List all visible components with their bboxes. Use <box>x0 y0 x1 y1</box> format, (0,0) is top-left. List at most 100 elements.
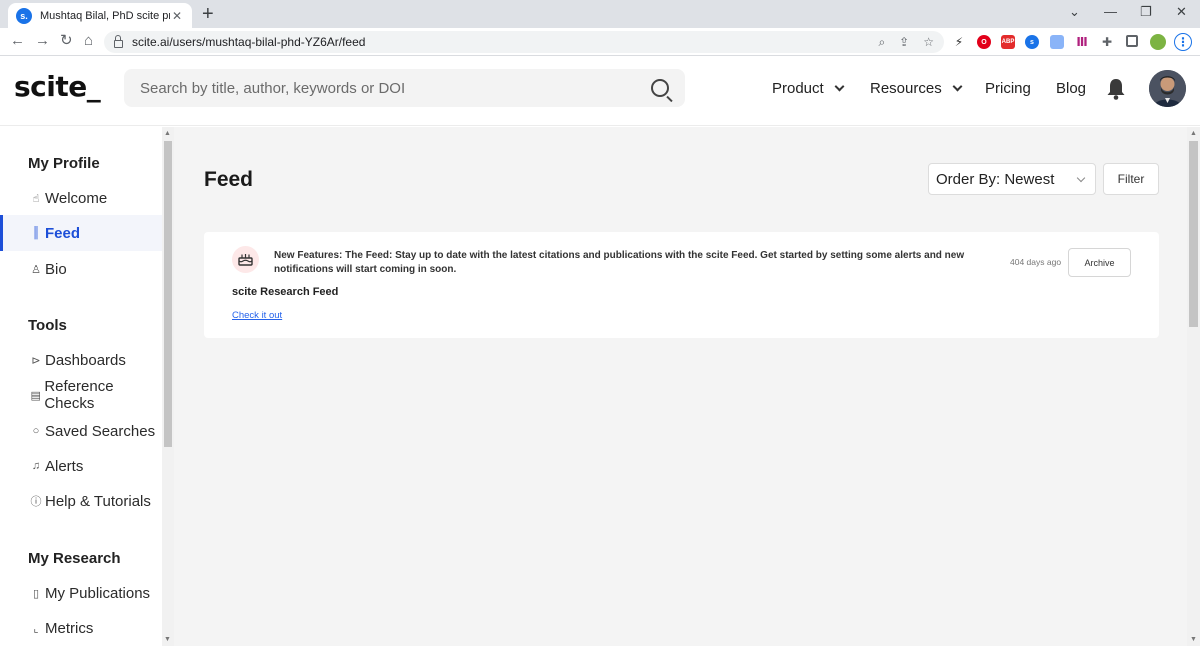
search-bar[interactable] <box>124 69 685 107</box>
forward-icon[interactable]: → <box>35 32 50 50</box>
nav-product[interactable]: Product <box>772 80 845 97</box>
sidebar-heading-tools: Tools <box>28 317 67 334</box>
nav-blog[interactable]: Blog <box>1056 80 1086 97</box>
chevron-down-icon <box>952 81 963 92</box>
cake-icon <box>238 254 253 266</box>
browser-menu-icon[interactable]: ⋮ <box>1174 33 1192 51</box>
sidebar-item-label: Reference Checks <box>44 378 114 412</box>
back-icon[interactable]: ← <box>10 32 25 50</box>
sidebar-item-label: Alerts <box>45 457 84 475</box>
sidebar-item-metrics[interactable]: ⌞ Metrics <box>0 610 162 646</box>
avatar-photo-icon <box>1149 70 1186 107</box>
feed-item-text: New Features: The Feed: Stay up to date … <box>274 250 965 275</box>
address-bar[interactable]: scite.ai/users/mushtaq-bilal-phd-YZ6Ar/f… <box>104 31 944 53</box>
scroll-down-arrow-icon[interactable]: ▼ <box>164 636 171 643</box>
minimize-icon[interactable]: — <box>1104 4 1117 19</box>
search-input[interactable] <box>140 79 651 97</box>
sidebar-item-my-publications[interactable]: ▯ My Publications <box>0 575 162 611</box>
feed-item-icon <box>232 246 259 273</box>
restore-icon[interactable]: ❐ <box>1140 4 1152 20</box>
sidebar-item-reference-checks[interactable]: ▤ Reference Checks <box>0 377 162 413</box>
sidebar-item-bio[interactable]: ♙ Bio <box>0 251 162 287</box>
sidebar-item-feed[interactable]: ║ Feed <box>0 215 162 251</box>
sidebar: My Profile ☝ Welcome ║ Feed ♙ Bio Tools … <box>0 127 162 646</box>
extension-library-icon[interactable]: Ⅲ <box>1075 35 1089 49</box>
main-scrollbar-thumb[interactable] <box>1189 141 1198 327</box>
search-icon[interactable] <box>651 79 669 97</box>
nav-product-label: Product <box>772 80 824 97</box>
order-by-select[interactable]: Order By: Newest <box>928 163 1096 195</box>
bell-icon: ♫ <box>31 460 41 472</box>
extension-docs-icon[interactable] <box>1050 35 1064 49</box>
sidebar-item-saved-searches[interactable]: ○ Saved Searches <box>0 413 162 449</box>
extension-scite-icon[interactable]: s <box>1025 35 1039 49</box>
archive-button[interactable]: Archive <box>1068 248 1131 277</box>
browser-toolbar: ← → ↻ ⌂ scite.ai/users/mushtaq-bilal-phd… <box>0 28 1200 56</box>
nav-resources[interactable]: Resources <box>870 80 963 97</box>
scite-favicon-icon: s. <box>16 7 32 24</box>
order-by-value: Order By: Newest <box>936 170 1055 188</box>
search-icon: ○ <box>32 425 40 437</box>
sidebar-item-label: My Publications <box>45 584 151 602</box>
chart-icon: ⌞ <box>33 622 39 635</box>
document-icon: ▤ <box>30 389 41 402</box>
sidebar-item-label: Dashboards <box>45 351 126 369</box>
nav-pricing[interactable]: Pricing <box>985 80 1031 97</box>
notifications-bell-icon[interactable] <box>1106 78 1126 100</box>
feed-card: New Features: The Feed: Stay up to date … <box>204 232 1159 338</box>
extensions-puzzle-icon[interactable]: ✚ <box>1100 35 1114 49</box>
page-title: Feed <box>204 168 254 191</box>
feed-item-title: scite Research Feed <box>232 286 339 298</box>
sidebar-heading-my-research: My Research <box>28 550 121 567</box>
person-icon: ♙ <box>31 263 41 276</box>
chevron-down-icon <box>834 81 845 92</box>
bookmark-star-icon[interactable]: ☆ <box>923 35 934 49</box>
scroll-up-arrow-icon[interactable]: ▲ <box>164 130 171 137</box>
sidebar-item-alerts[interactable]: ♫ Alerts <box>0 448 162 484</box>
scroll-down-arrow-icon[interactable]: ▼ <box>1190 636 1197 643</box>
scite-logo[interactable]: scite_ <box>14 70 101 103</box>
reload-icon[interactable]: ↻ <box>60 32 73 50</box>
url-text[interactable]: scite.ai/users/mushtaq-bilal-phd-YZ6Ar/f… <box>132 35 864 49</box>
tab-close-icon[interactable]: ✕ <box>170 9 184 23</box>
sidebar-scrollbar-thumb[interactable] <box>164 141 172 447</box>
info-icon: ⓘ <box>30 496 42 508</box>
tab-search-chevron-icon[interactable]: ⌄ <box>1069 4 1080 20</box>
side-panel-icon[interactable] <box>1126 35 1138 47</box>
scroll-up-arrow-icon[interactable]: ▲ <box>1190 130 1197 137</box>
sidebar-item-label: Bio <box>45 260 67 278</box>
sidebar-item-label: Feed <box>45 224 81 242</box>
browser-tabstrip: s. Mushtaq Bilal, PhD scite profile ✕ + … <box>0 0 1200 28</box>
profile-avatar-icon[interactable] <box>1150 34 1166 50</box>
feed-item-timestamp: 404 days ago <box>1010 257 1062 267</box>
new-tab-button[interactable]: + <box>202 3 214 25</box>
check-it-out-link[interactable]: Check it out <box>232 310 282 321</box>
sidebar-item-help-tutorials[interactable]: ⓘ Help & Tutorials <box>0 483 162 519</box>
sidebar-item-dashboards[interactable]: ⊳ Dashboards <box>0 342 162 378</box>
sidebar-item-label: Help & Tutorials <box>45 492 151 510</box>
dashboard-icon: ⊳ <box>31 354 41 367</box>
tab-title: Mushtaq Bilal, PhD scite profile <box>40 9 170 22</box>
sidebar-heading-my-profile: My Profile <box>28 155 100 172</box>
extension-bolt-icon[interactable]: ⚡ <box>952 35 966 49</box>
home-icon[interactable]: ⌂ <box>84 32 93 50</box>
extension-opera-icon[interactable]: O <box>977 35 991 49</box>
sidebar-item-label: Saved Searches <box>45 422 156 440</box>
feed-wave-icon: ║ <box>32 227 40 239</box>
zoom-icon[interactable]: ⌕ <box>878 35 885 50</box>
hand-wave-icon: ☝ <box>32 192 40 205</box>
sidebar-item-label: Metrics <box>45 619 94 637</box>
sidebar-item-welcome[interactable]: ☝ Welcome <box>0 180 162 216</box>
user-avatar[interactable] <box>1149 70 1186 107</box>
main-content: Feed Order By: Newest Filter New Feature… <box>174 127 1187 646</box>
browser-tab[interactable]: s. Mushtaq Bilal, PhD scite profile ✕ <box>8 3 192 28</box>
filter-button[interactable]: Filter <box>1103 163 1159 195</box>
share-icon[interactable]: ⇪ <box>899 35 909 49</box>
nav-resources-label: Resources <box>870 80 942 97</box>
chevron-down-icon <box>1076 173 1086 182</box>
lock-icon <box>114 34 123 48</box>
window-close-icon[interactable]: ✕ <box>1176 4 1187 20</box>
book-icon: ▯ <box>32 587 40 600</box>
extension-abp-icon[interactable]: ABP <box>1001 35 1015 49</box>
sidebar-item-label: Welcome <box>45 189 108 207</box>
